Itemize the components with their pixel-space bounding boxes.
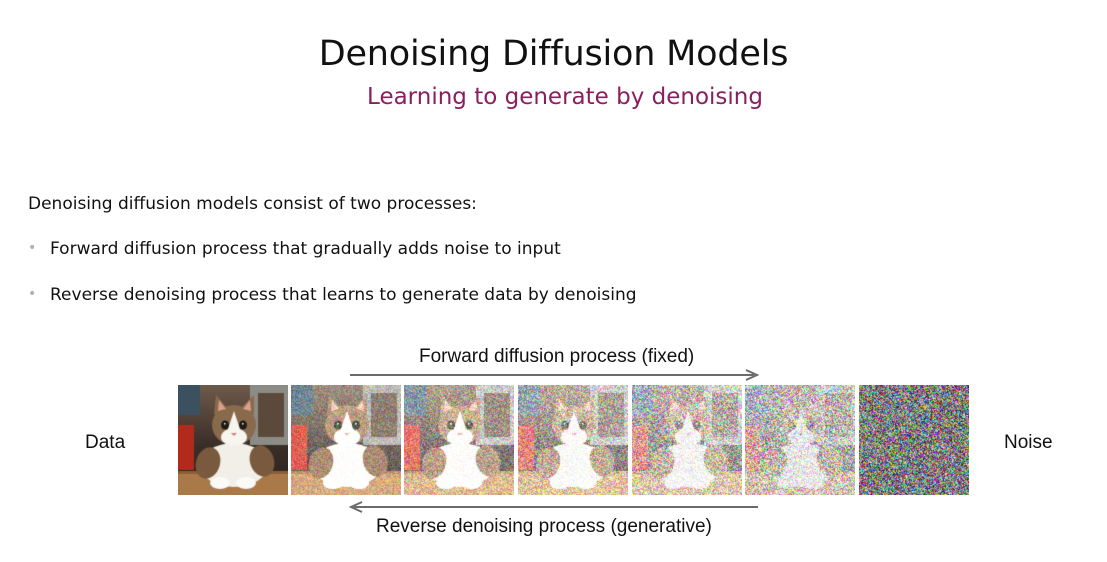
frame-noisy-3 (518, 385, 628, 495)
noise-label: Noise (1004, 432, 1053, 453)
bullet-item-forward: • Forward diffusion process that graduall… (28, 239, 561, 259)
forward-process-label: Forward diffusion process (fixed) (419, 346, 695, 367)
bullet-text: Reverse denoising process that learns to… (50, 285, 637, 305)
bullet-item-reverse: • Reverse denoising process that learns t… (28, 285, 637, 305)
slide-subtitle: Learning to generate by denoising (367, 84, 763, 110)
slide-title: Denoising Diffusion Models (318, 34, 789, 74)
reverse-process-label: Reverse denoising process (generative) (376, 516, 712, 537)
intro-text: Denoising diffusion models consist of tw… (28, 194, 477, 214)
bullet-dot-icon: • (28, 240, 37, 256)
frame-noisy-5 (745, 385, 855, 495)
forward-arrow-icon (350, 369, 760, 381)
bullet-text: Forward diffusion process that gradually… (50, 239, 561, 259)
bullet-dot-icon: • (28, 286, 37, 302)
frame-pure-noise (859, 385, 969, 495)
frame-clean-cat (178, 385, 288, 495)
frame-noisy-1 (291, 385, 401, 495)
frame-noisy-4 (632, 385, 742, 495)
data-label: Data (85, 432, 126, 453)
reverse-arrow-icon (348, 501, 758, 513)
frame-noisy-2 (404, 385, 514, 495)
